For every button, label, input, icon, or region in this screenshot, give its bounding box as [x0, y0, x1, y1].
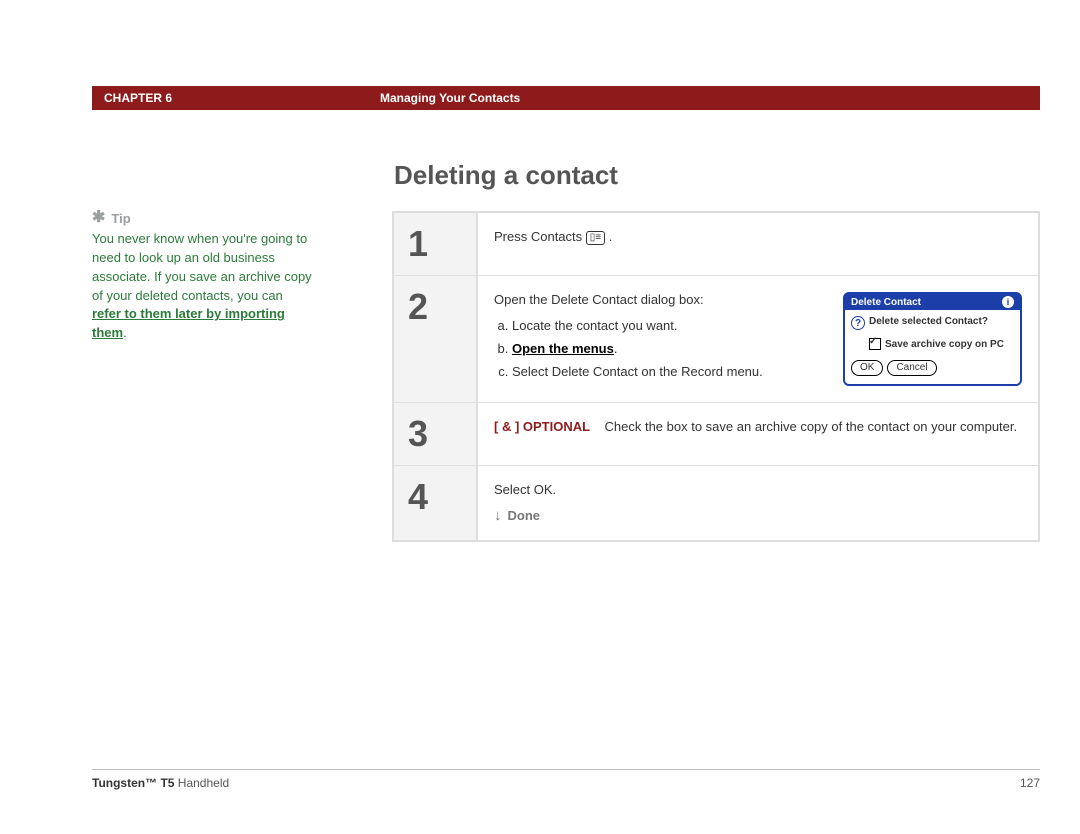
- done-label: Done: [508, 508, 541, 523]
- tip-text-before: You never know when you're going to need…: [92, 231, 312, 303]
- product-name: Tungsten™ T5 Handheld: [92, 776, 229, 790]
- step-2a: Locate the contact you want.: [512, 317, 823, 336]
- step-2-number: 2: [394, 275, 476, 402]
- step-4-text: Select OK.: [494, 482, 1022, 497]
- down-arrow-icon: ↓: [494, 507, 502, 524]
- step-table: 1 Press Contacts ▯≡ . 2 O: [392, 211, 1040, 542]
- tip-body: You never know when you're going to need…: [92, 230, 312, 343]
- step-2-body: Open the Delete Contact dialog box: Loca…: [476, 275, 1038, 402]
- step-4-number: 4: [394, 465, 476, 540]
- dialog-question: Delete selected Contact?: [869, 316, 988, 327]
- open-menus-link[interactable]: Open the menus: [512, 341, 614, 356]
- step-3-row: 3 [ & ] OPTIONAL Check the box to save a…: [394, 402, 1038, 465]
- step-3-body: [ & ] OPTIONAL Check the box to save an …: [476, 402, 1038, 465]
- step-1-row: 1 Press Contacts ▯≡ .: [394, 213, 1038, 275]
- archive-checkbox-label: Save archive copy on PC: [885, 339, 1004, 350]
- info-icon[interactable]: i: [1002, 296, 1014, 308]
- tip-sidebar: ✱ Tip You never know when you're going t…: [92, 160, 352, 764]
- step-2c: Select Delete Contact on the Record menu…: [512, 363, 823, 382]
- checkbox-icon: [869, 338, 881, 350]
- chapter-label: CHAPTER 6: [104, 91, 172, 105]
- dialog-ok-button[interactable]: OK: [851, 360, 883, 376]
- chapter-header: CHAPTER 6 Managing Your Contacts: [92, 86, 1040, 110]
- step-1-body: Press Contacts ▯≡ .: [476, 213, 1038, 275]
- step-2-row: 2 Open the Delete Contact dialog box: Lo…: [394, 275, 1038, 402]
- question-icon: ?: [851, 316, 865, 330]
- page-number: 127: [1020, 776, 1040, 790]
- step-3-text: Check the box to save an archive copy of…: [605, 419, 1018, 434]
- step-4-row: 4 Select OK. ↓ Done: [394, 465, 1038, 540]
- step-1-text: Press Contacts: [494, 229, 586, 244]
- chapter-title: Managing Your Contacts: [380, 91, 520, 105]
- dialog-cancel-button[interactable]: Cancel: [887, 360, 936, 376]
- step-2b: Open the menus.: [512, 340, 823, 359]
- step-4-body: Select OK. ↓ Done: [476, 465, 1038, 540]
- step-1-number: 1: [394, 213, 476, 275]
- optional-tag: [ & ] OPTIONAL: [494, 419, 590, 434]
- tip-label: Tip: [111, 211, 130, 226]
- delete-contact-dialog: Delete Contact i ? Delete selected Conta…: [843, 292, 1022, 386]
- page-footer: Tungsten™ T5 Handheld 127: [92, 769, 1040, 790]
- step-3-number: 3: [394, 402, 476, 465]
- asterisk-icon: ✱: [92, 210, 105, 226]
- dialog-title: Delete Contact: [851, 297, 921, 308]
- section-title: Deleting a contact: [394, 160, 1040, 191]
- tip-text-after: .: [123, 325, 127, 340]
- contacts-icon: ▯≡: [586, 231, 605, 245]
- tip-link[interactable]: refer to them later by importing them: [92, 306, 285, 340]
- archive-checkbox[interactable]: Save archive copy on PC: [869, 338, 1014, 350]
- step-2-intro: Open the Delete Contact dialog box:: [494, 292, 823, 307]
